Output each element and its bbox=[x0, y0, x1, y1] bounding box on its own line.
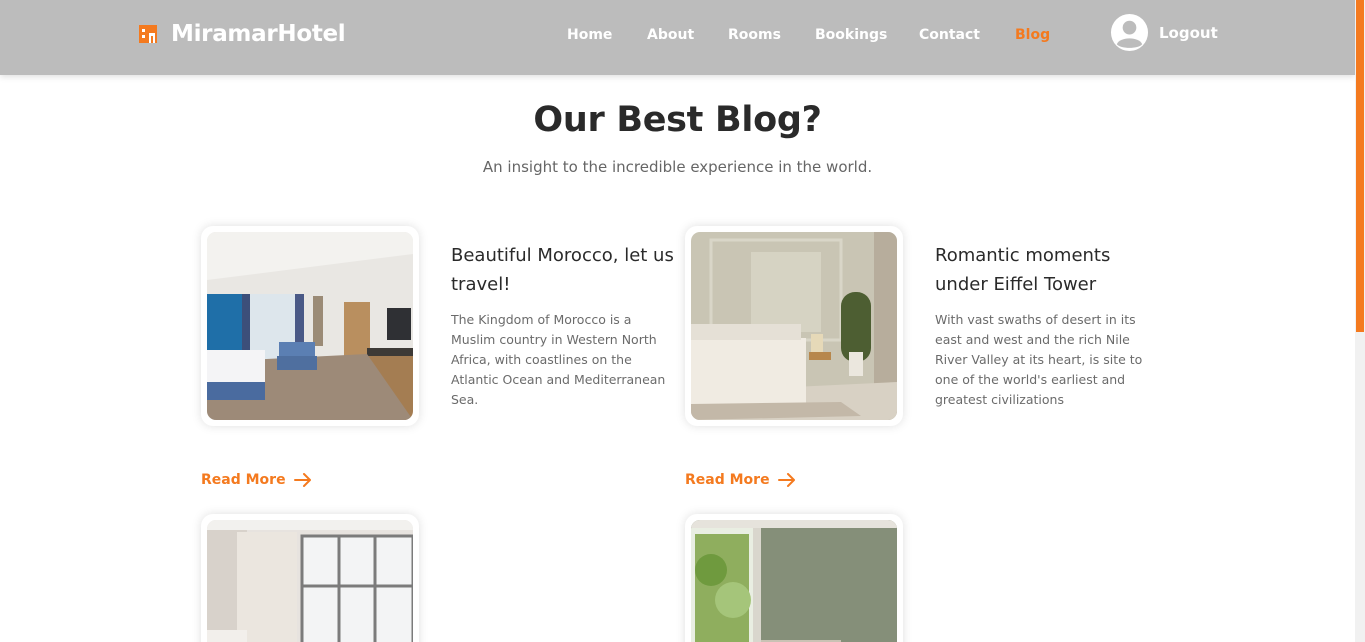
page-subtitle: An insight to the incredible experience … bbox=[482, 158, 873, 176]
logout-button[interactable]: Logout bbox=[1110, 13, 1218, 52]
blog-image-frame[interactable] bbox=[201, 514, 419, 642]
blog-image-frame[interactable] bbox=[685, 514, 903, 642]
scrollbar-thumb[interactable] bbox=[1356, 0, 1364, 332]
brand[interactable]: MiramarHotel bbox=[138, 21, 346, 47]
nav-contact[interactable]: Contact bbox=[919, 27, 980, 43]
hotel-room-image bbox=[207, 232, 413, 420]
nav-bookings[interactable]: Bookings bbox=[815, 27, 887, 43]
read-more-link[interactable]: Read More bbox=[201, 472, 312, 488]
blog-image-frame[interactable] bbox=[685, 226, 903, 426]
blog-title: Romantic moments under Eiffel Tower bbox=[935, 245, 1111, 295]
blog-excerpt: With vast swaths of desert in its east a… bbox=[935, 312, 1143, 407]
arrow-right-icon bbox=[777, 473, 795, 487]
hotel-icon bbox=[139, 25, 157, 43]
nav-rooms[interactable]: Rooms bbox=[728, 27, 781, 43]
nav-home[interactable]: Home bbox=[567, 27, 612, 43]
blog-image-frame[interactable] bbox=[201, 226, 419, 426]
brand-name: MiramarHotel bbox=[171, 21, 346, 47]
arrow-right-icon bbox=[293, 473, 311, 487]
nav-about[interactable]: About bbox=[647, 27, 694, 43]
read-more-label: Read More bbox=[201, 472, 286, 488]
read-more-label: Read More bbox=[685, 472, 770, 488]
logout-label: Logout bbox=[1159, 23, 1218, 42]
blog-card bbox=[685, 514, 903, 642]
navbar: MiramarHotel Home About Rooms Bookings C… bbox=[0, 0, 1355, 75]
blog-card bbox=[201, 514, 419, 642]
user-avatar-icon bbox=[1110, 13, 1149, 52]
room-window-image bbox=[207, 520, 413, 642]
blog-title: Beautiful Morocco, let us travel! bbox=[451, 245, 674, 295]
bedroom-image bbox=[691, 232, 897, 420]
green-room-image bbox=[691, 520, 897, 642]
nav-blog[interactable]: Blog bbox=[1015, 27, 1050, 43]
blog-excerpt: The Kingdom of Morocco is a Muslim count… bbox=[451, 312, 666, 407]
page-title: Our Best Blog? bbox=[533, 100, 822, 140]
read-more-link[interactable]: Read More bbox=[685, 472, 796, 488]
